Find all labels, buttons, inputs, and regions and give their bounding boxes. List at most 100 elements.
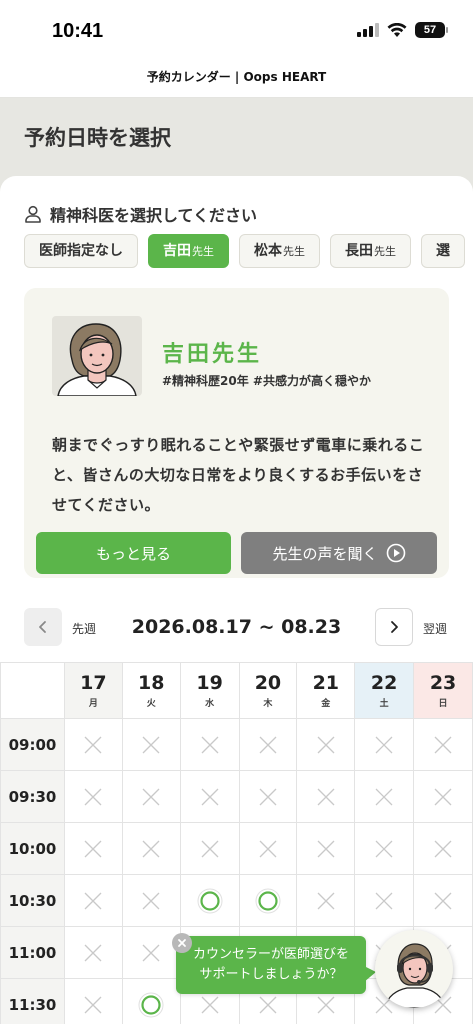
tab-suffix: 先生 (374, 245, 396, 258)
unavailable-cross-icon (142, 840, 160, 857)
slot-unavailable (121, 822, 181, 875)
time-label: 10:00 (0, 822, 65, 875)
available-circle-icon (138, 992, 164, 1017)
day-date: 21 (312, 672, 340, 694)
time-label: 11:30 (0, 978, 65, 1024)
week-navigation: 先週 2026.08.17 ~ 08.23 翌週 (24, 608, 449, 648)
tab-suffix: 先生 (192, 245, 214, 258)
listen-voice-button[interactable]: 先生の声を聞く (241, 532, 437, 574)
help-bubble-line1: カウンセラーが医師選びを (192, 947, 349, 962)
day-header-fri: 21 金 (296, 662, 356, 719)
time-slot-row: 10:30 (0, 874, 473, 927)
doctor-portrait-icon (57, 323, 137, 396)
unavailable-cross-icon (317, 892, 335, 909)
day-weekday: 土 (379, 699, 389, 709)
slot-unavailable (296, 718, 356, 771)
unavailable-cross-icon (434, 788, 452, 805)
unavailable-cross-icon (375, 840, 393, 857)
slot-unavailable (121, 926, 181, 979)
day-weekday: 火 (146, 699, 156, 709)
unavailable-cross-icon (84, 892, 102, 909)
day-weekday: 金 (321, 699, 331, 709)
day-header-wed: 19 水 (179, 662, 240, 719)
unavailable-cross-icon (201, 788, 219, 805)
tab-no-preference[interactable]: 医師指定なし (24, 234, 138, 268)
tab-label: 長田 (345, 243, 373, 259)
slot-unavailable (413, 874, 473, 927)
day-date: 18 (137, 672, 165, 694)
unavailable-cross-icon (434, 736, 452, 753)
more-button[interactable]: もっと見る (36, 532, 231, 574)
tab-nagata[interactable]: 長田 先生 (330, 234, 411, 268)
tab-counselor-choice[interactable]: 選 (421, 234, 465, 268)
day-header-tue: 18 火 (121, 662, 181, 719)
slot-unavailable (354, 770, 415, 823)
doctor-description: 朝までぐっすり眠れることや緊張せず電車に乗れること、皆さんの大切な日常をより良く… (52, 436, 425, 514)
day-header-thu: 20 木 (238, 662, 298, 719)
doctor-tabs: 医師指定なし 吉田 先生 松本 先生 長田 先生 選 (24, 234, 465, 268)
slot-unavailable (354, 718, 415, 771)
slot-available[interactable] (179, 874, 240, 927)
slot-available[interactable] (238, 874, 298, 927)
unavailable-cross-icon (434, 892, 452, 909)
unavailable-cross-icon (142, 944, 160, 961)
next-week-label[interactable]: 翌週 (423, 620, 447, 637)
unavailable-cross-icon (259, 996, 277, 1013)
unavailable-cross-icon (317, 996, 335, 1013)
tab-matsumoto[interactable]: 松本 先生 (239, 234, 320, 268)
day-weekday: 月 (88, 699, 98, 709)
slot-unavailable (63, 874, 123, 927)
slot-unavailable (63, 822, 123, 875)
slot-unavailable (63, 978, 123, 1024)
content-panel: 精神科医を選択してください 医師指定なし 吉田先生 松本先生 長田先生 選 (0, 176, 473, 1024)
unavailable-cross-icon (84, 840, 102, 857)
play-icon (386, 543, 405, 563)
next-week-button[interactable] (375, 608, 413, 646)
battery-icon: 57 (415, 22, 448, 38)
slot-unavailable (413, 770, 473, 823)
slot-unavailable (63, 770, 123, 823)
slot-unavailable (121, 718, 181, 771)
unavailable-cross-icon (201, 736, 219, 753)
calendar-header-row: 17 月 18 火 19 水 20 木 21 金 22 土 23 日 (0, 662, 473, 719)
day-weekday: 木 (263, 699, 273, 709)
slot-unavailable (63, 926, 123, 979)
more-button-label: もっと見る (95, 544, 171, 563)
time-label: 11:00 (0, 926, 65, 979)
tab-label: 医師指定なし (39, 243, 123, 259)
slot-unavailable (413, 822, 473, 875)
slot-unavailable (296, 874, 356, 927)
nav-title: 予約カレンダー | Oops HEART (146, 70, 327, 84)
time-slot-row: 09:30 (0, 770, 473, 823)
available-circle-icon (255, 888, 281, 913)
cellular-signal-icon (357, 23, 379, 37)
slot-available[interactable] (121, 978, 181, 1024)
tab-label: 選 (436, 243, 450, 259)
person-icon (25, 205, 41, 223)
day-header-mon: 17 月 (63, 662, 123, 719)
unavailable-cross-icon (84, 996, 102, 1013)
unavailable-cross-icon (259, 788, 277, 805)
counselor-help-bubble[interactable]: カウンセラーが医師選びを サポートしましょうか？ (176, 936, 376, 994)
slot-unavailable (121, 770, 181, 823)
doctor-select-heading: 精神科医を選択してください (24, 202, 257, 226)
counselor-avatar-button[interactable] (375, 930, 453, 1008)
slot-unavailable (179, 822, 240, 875)
close-icon (178, 939, 186, 947)
status-bar: 10:41 57 (0, 0, 473, 60)
unavailable-cross-icon (259, 736, 277, 753)
slot-unavailable (296, 822, 356, 875)
tab-label: 吉田 (163, 243, 191, 259)
tab-yoshida[interactable]: 吉田 先生 (148, 234, 229, 268)
unavailable-cross-icon (201, 996, 219, 1013)
close-help-button[interactable] (172, 933, 192, 953)
unavailable-cross-icon (142, 736, 160, 753)
day-date: 22 (370, 672, 398, 694)
slot-unavailable (238, 718, 298, 771)
time-label: 09:00 (0, 718, 65, 771)
day-weekday: 水 (205, 699, 215, 709)
nav-bar: 予約カレンダー | Oops HEART (0, 60, 473, 98)
unavailable-cross-icon (434, 840, 452, 857)
unavailable-cross-icon (142, 788, 160, 805)
slot-unavailable (179, 718, 240, 771)
